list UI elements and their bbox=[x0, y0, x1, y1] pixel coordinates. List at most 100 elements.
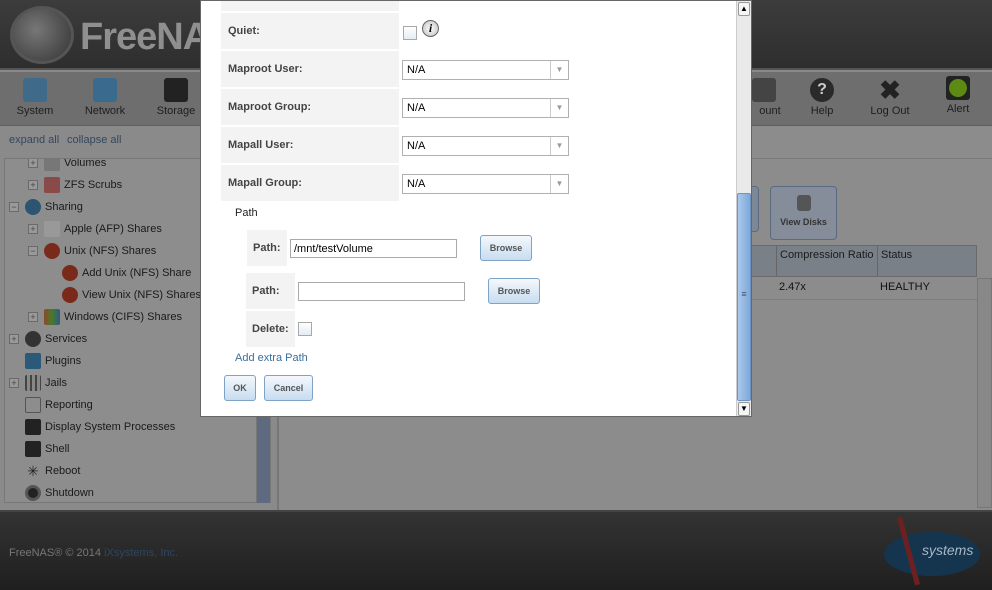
view-share-icon bbox=[62, 287, 78, 303]
tree-label: ZFS Scrubs bbox=[64, 179, 123, 191]
toolbar-label: Alert bbox=[946, 103, 970, 115]
dialog-scrollbar[interactable]: ▲ ≡ ▼ bbox=[736, 1, 751, 416]
select-value: N/A bbox=[407, 178, 426, 190]
toolbar-network[interactable]: Network bbox=[75, 78, 135, 117]
copyright-text: FreeNAS® © 2014 bbox=[9, 547, 105, 559]
tree-services[interactable]: + Services bbox=[9, 329, 87, 349]
toolbar-label: Storage bbox=[156, 105, 196, 117]
tree-reporting[interactable]: Reporting bbox=[25, 395, 93, 415]
chevron-down-icon: ▼ bbox=[550, 61, 568, 79]
expand-icon[interactable]: + bbox=[28, 224, 38, 234]
info-icon[interactable]: i bbox=[422, 20, 439, 37]
bsd-icon bbox=[44, 243, 60, 259]
cell-status: HEALTHY bbox=[880, 281, 930, 293]
cancel-button[interactable]: Cancel bbox=[264, 375, 313, 401]
col-status[interactable]: Status bbox=[877, 246, 915, 276]
chevron-down-icon: ▼ bbox=[550, 175, 568, 193]
apple-icon bbox=[44, 221, 60, 237]
expand-icon[interactable]: + bbox=[9, 334, 19, 344]
add-share-icon bbox=[62, 265, 78, 281]
tree-plugins[interactable]: Plugins bbox=[25, 351, 81, 371]
expand-icon[interactable]: + bbox=[28, 180, 38, 190]
tree-processes[interactable]: Display System Processes bbox=[25, 417, 175, 437]
tree-volumes[interactable]: + Volumes bbox=[28, 159, 106, 173]
add-extra-path-link[interactable]: Add extra Path bbox=[235, 352, 308, 364]
processes-icon bbox=[25, 419, 41, 435]
tree-label: Apple (AFP) Shares bbox=[64, 223, 162, 235]
delete-label: Delete: bbox=[246, 311, 295, 347]
maproot-group-label: Maproot Group: bbox=[221, 89, 399, 125]
scroll-up-icon[interactable]: ▲ bbox=[738, 2, 750, 16]
tree-label: Plugins bbox=[45, 355, 82, 367]
browse-button-1[interactable]: Browse bbox=[480, 235, 532, 261]
tree-add-nfs[interactable]: Add Unix (NFS) Share bbox=[62, 263, 191, 283]
network-icon bbox=[93, 78, 117, 102]
toolbar-label: ount bbox=[759, 105, 781, 117]
expand-icon[interactable]: + bbox=[9, 378, 19, 388]
toolbar-label: Network bbox=[84, 105, 126, 117]
delete-checkbox[interactable] bbox=[298, 322, 312, 336]
tree-reboot[interactable]: ✳ Reboot bbox=[25, 461, 80, 481]
ixsystems-logo: systems bbox=[884, 532, 980, 576]
maproot-group-select[interactable]: N/A ▼ bbox=[402, 98, 569, 118]
tree-cifs[interactable]: + Windows (CIFS) Shares bbox=[28, 307, 182, 327]
sharing-icon bbox=[25, 199, 41, 215]
browse-button-2[interactable]: Browse bbox=[488, 278, 540, 304]
tree-label: Reboot bbox=[45, 465, 81, 477]
tree-label: Sharing bbox=[45, 201, 83, 213]
scroll-thumb[interactable]: ≡ bbox=[737, 193, 751, 401]
tree-sharing[interactable]: − Sharing bbox=[9, 197, 83, 217]
freenas-logo-icon bbox=[10, 6, 74, 64]
expand-icon[interactable]: + bbox=[28, 312, 38, 322]
collapse-icon[interactable]: − bbox=[28, 246, 38, 256]
alert-icon bbox=[946, 76, 970, 100]
content-scrollbar[interactable] bbox=[977, 278, 992, 508]
view-disks-button[interactable]: View Disks bbox=[770, 186, 837, 240]
volumes-icon bbox=[44, 159, 60, 171]
path2-input[interactable] bbox=[298, 282, 465, 301]
mapall-user-label: Mapall User: bbox=[221, 127, 399, 163]
tree-view-nfs[interactable]: View Unix (NFS) Shares bbox=[62, 285, 201, 305]
toolbar-system[interactable]: System bbox=[5, 78, 65, 117]
disk-search-icon bbox=[796, 195, 811, 211]
footer: FreeNAS® © 2014 iXsystems, Inc. systems bbox=[0, 510, 992, 590]
path1-input[interactable] bbox=[290, 239, 457, 258]
mapall-group-select[interactable]: N/A ▼ bbox=[402, 174, 569, 194]
reporting-icon bbox=[25, 397, 41, 413]
expand-all-link[interactable]: expand all bbox=[9, 134, 59, 146]
tree-zfs-scrubs[interactable]: + ZFS Scrubs bbox=[28, 175, 122, 195]
cell-compression: 2.47x bbox=[779, 281, 806, 293]
chevron-down-icon: ▼ bbox=[550, 99, 568, 117]
ok-button[interactable]: OK bbox=[224, 375, 256, 401]
ixsystems-link[interactable]: iXsystems, Inc. bbox=[104, 547, 178, 559]
col-compression-ratio[interactable]: Compression Ratio bbox=[780, 249, 877, 261]
quiet-checkbox[interactable] bbox=[403, 26, 417, 40]
tree-nfs[interactable]: − Unix (NFS) Shares bbox=[28, 241, 156, 261]
tree-shutdown[interactable]: Shutdown bbox=[25, 483, 94, 502]
system-icon bbox=[23, 78, 47, 102]
toolbar-storage[interactable]: Storage bbox=[146, 78, 206, 117]
collapse-all-link[interactable]: collapse all bbox=[67, 134, 121, 146]
toolbar-label: System bbox=[16, 105, 54, 117]
select-value: N/A bbox=[407, 64, 426, 76]
tree-jails[interactable]: + Jails bbox=[9, 373, 67, 393]
tree-shell[interactable]: Shell bbox=[25, 439, 69, 459]
scroll-down-icon[interactable]: ▼ bbox=[738, 402, 750, 416]
toolbar-alert[interactable]: Alert bbox=[928, 76, 988, 115]
mapall-user-select[interactable]: N/A ▼ bbox=[402, 136, 569, 156]
gears-icon bbox=[25, 331, 41, 347]
sidebar-scrollbar[interactable] bbox=[256, 410, 270, 503]
shutdown-icon bbox=[25, 485, 41, 501]
copyright: FreeNAS® © 2014 iXsystems, Inc. bbox=[9, 547, 178, 559]
help-icon: ? bbox=[810, 78, 834, 102]
mapall-group-label: Mapall Group: bbox=[221, 165, 399, 201]
toolbar-help[interactable]: ? Help bbox=[792, 78, 852, 117]
logout-x-icon: ✖ bbox=[879, 75, 901, 105]
path1-label: Path: bbox=[247, 230, 287, 266]
expand-icon[interactable]: + bbox=[28, 159, 38, 168]
toolbar-logout[interactable]: ✖ Log Out bbox=[860, 75, 920, 117]
collapse-icon[interactable]: − bbox=[9, 202, 19, 212]
maproot-user-select[interactable]: N/A ▼ bbox=[402, 60, 569, 80]
tree-afp[interactable]: + Apple (AFP) Shares bbox=[28, 219, 162, 239]
windows-icon bbox=[44, 309, 60, 325]
